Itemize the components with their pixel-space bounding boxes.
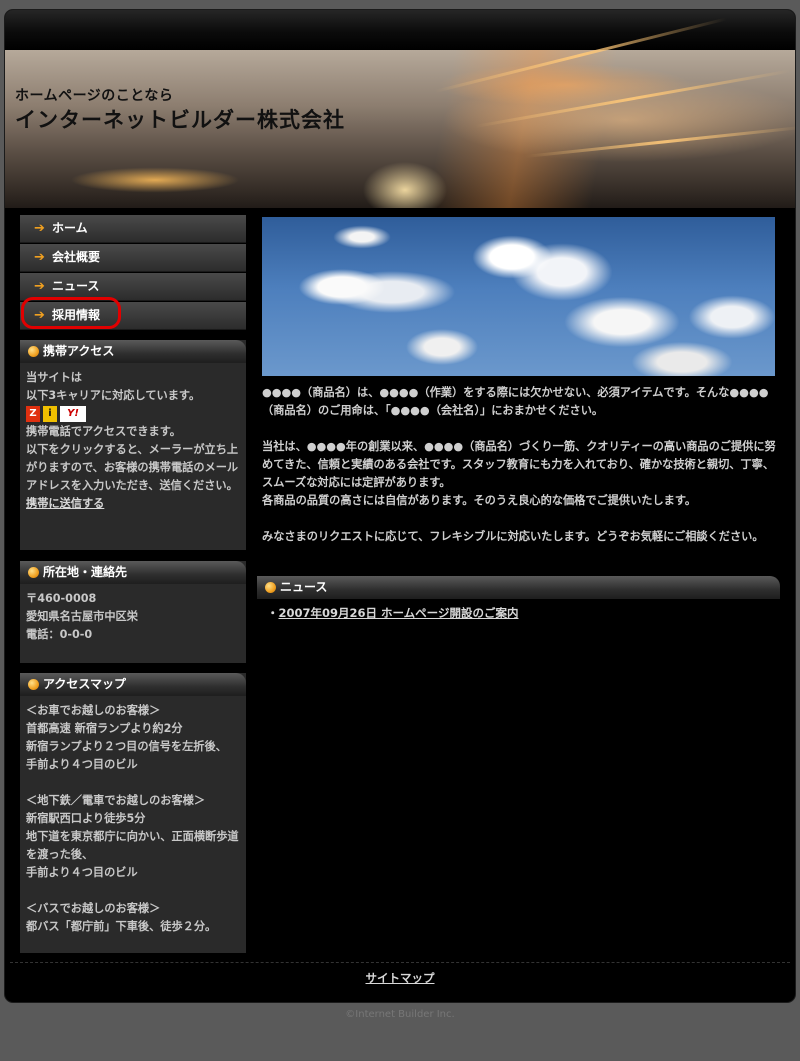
- bullet: ・: [267, 606, 279, 620]
- directions-text: 首都高速 新宿ランプより約2分: [26, 722, 183, 735]
- intro-paragraph: みなさまのリクエストに応じて、フレキシブルに対応いたします。どうぞお気軽にご相談…: [262, 530, 764, 543]
- directions-heading: ＜地下鉄／電車でお越しのお客様＞: [26, 794, 206, 807]
- light-streak: [474, 69, 791, 128]
- mobile-access-box: 携帯アクセス 当サイトは 以下3キャリアに対応しています。 Z i Y! 携帯電…: [20, 340, 246, 550]
- ezweb-icon: Z: [26, 406, 40, 422]
- news-link[interactable]: 2007年09月26日 ホームページ開設のご案内: [279, 606, 519, 620]
- nav-item-label: ニュース: [52, 279, 100, 293]
- arrow-right-icon: ➔: [34, 250, 45, 265]
- yahoo-mobile-icon: Y!: [60, 406, 86, 422]
- mobile-text: 携帯電話でアクセスできます。: [26, 425, 181, 438]
- light-streak: [524, 125, 795, 158]
- intro-paragraph: 各商品の品質の高さには自信があります。そのうえ良心的な価格でご提供いたします。: [262, 494, 697, 507]
- access-map-box: アクセスマップ ＜お車でお越しのお客様＞ 首都高速 新宿ランプより約2分 新宿ラ…: [20, 673, 246, 953]
- address-box: 所在地・連絡先 〒460-0008 愛知県名古屋市中区栄 電話：0-0-0: [20, 561, 246, 663]
- directions-heading: ＜バスでお越しのお客様＞: [26, 902, 161, 915]
- box-body: ＜お車でお越しのお客様＞ 首都高速 新宿ランプより約2分 新宿ランプより２つ目の…: [20, 696, 246, 944]
- list-item: ・2007年09月26日 ホームページ開設のご案内: [267, 605, 518, 621]
- intro-paragraph: ●●●●（商品名）は、●●●●（作業）をする際には欠かせない、必須アイテムです。…: [262, 386, 769, 417]
- nav-item-company[interactable]: ➔ 会社概要: [20, 244, 246, 272]
- footer-divider: [10, 962, 790, 963]
- imode-icon: i: [43, 406, 57, 422]
- header-subtitle: ホームページのことなら: [15, 88, 174, 104]
- mobile-text: 当サイトは: [26, 371, 82, 384]
- orange-dot-icon: [265, 582, 276, 593]
- header-banner: ホームページのことなら インターネットビルダー株式会社: [5, 17, 795, 208]
- box-title: 携帯アクセス: [43, 344, 115, 358]
- box-header: 携帯アクセス: [20, 340, 246, 363]
- news-list: ・2007年09月26日 ホームページ開設のご案内: [267, 605, 518, 621]
- highlight-annotation: [21, 297, 121, 329]
- intro-paragraph: 当社は、●●●●年の創業以来、●●●●（商品名）づくり一筋、クオリティーの高い商…: [262, 440, 776, 489]
- address: 愛知県名古屋市中区栄: [26, 610, 138, 623]
- box-header: 所在地・連絡先: [20, 561, 246, 584]
- directions-text: 都バス「都庁前」下車後、徒歩２分。: [26, 920, 217, 933]
- box-body: 〒460-0008 愛知県名古屋市中区栄 電話：0-0-0: [20, 584, 246, 652]
- orange-dot-icon: [28, 679, 39, 690]
- carrier-icons: Z i Y!: [26, 405, 240, 423]
- postal-code: 〒460-0008: [26, 592, 97, 605]
- header-title[interactable]: インターネットビルダー株式会社: [15, 104, 345, 134]
- directions-text: 手前より４つ目のビル: [26, 758, 138, 771]
- box-header: アクセスマップ: [20, 673, 246, 696]
- page-frame: ホームページのことなら インターネットビルダー株式会社 ➔ ホーム ➔ 会社概要…: [5, 10, 795, 1002]
- nav-item-label: ホーム: [52, 221, 88, 235]
- intro-text: ●●●●（商品名）は、●●●●（作業）をする際には欠かせない、必須アイテムです。…: [262, 384, 778, 564]
- sitemap-link[interactable]: サイトマップ: [366, 971, 435, 985]
- directions-text: 新宿ランプより２つ目の信号を左折後、: [26, 740, 227, 753]
- footer: サイトマップ: [5, 970, 795, 986]
- directions-heading: ＜お車でお越しのお客様＞: [26, 704, 161, 717]
- sky-image: [262, 217, 775, 376]
- nav-item-home[interactable]: ➔ ホーム: [20, 215, 246, 243]
- arrow-right-icon: ➔: [34, 279, 45, 294]
- mobile-text: 以下をクリックすると、メーラーが立ち上がりますので、お客様の携帯電話のメールアド…: [26, 443, 239, 492]
- copyright: ©Internet Builder Inc.: [345, 1009, 455, 1020]
- directions-text: 手前より４つ目のビル: [26, 866, 138, 879]
- orange-dot-icon: [28, 346, 39, 357]
- nav-item-label: 会社概要: [52, 250, 101, 264]
- orange-dot-icon: [28, 567, 39, 578]
- phone: 電話：0-0-0: [26, 628, 93, 641]
- directions-text: 地下道を東京都庁に向かい、正面横断歩道を渡った後、: [26, 830, 239, 861]
- box-body: 当サイトは 以下3キャリアに対応しています。 Z i Y! 携帯電話でアクセスで…: [20, 363, 246, 521]
- directions-text: 新宿駅西口より徒歩5分: [26, 812, 146, 825]
- box-title: 所在地・連絡先: [43, 565, 128, 579]
- send-to-mobile-link[interactable]: 携帯に送信する: [26, 497, 104, 510]
- box-title: アクセスマップ: [43, 677, 127, 691]
- mobile-text: 以下3キャリアに対応しています。: [26, 389, 201, 402]
- news-header: ニュース: [257, 576, 780, 599]
- news-title: ニュース: [280, 580, 328, 594]
- arrow-right-icon: ➔: [34, 221, 45, 236]
